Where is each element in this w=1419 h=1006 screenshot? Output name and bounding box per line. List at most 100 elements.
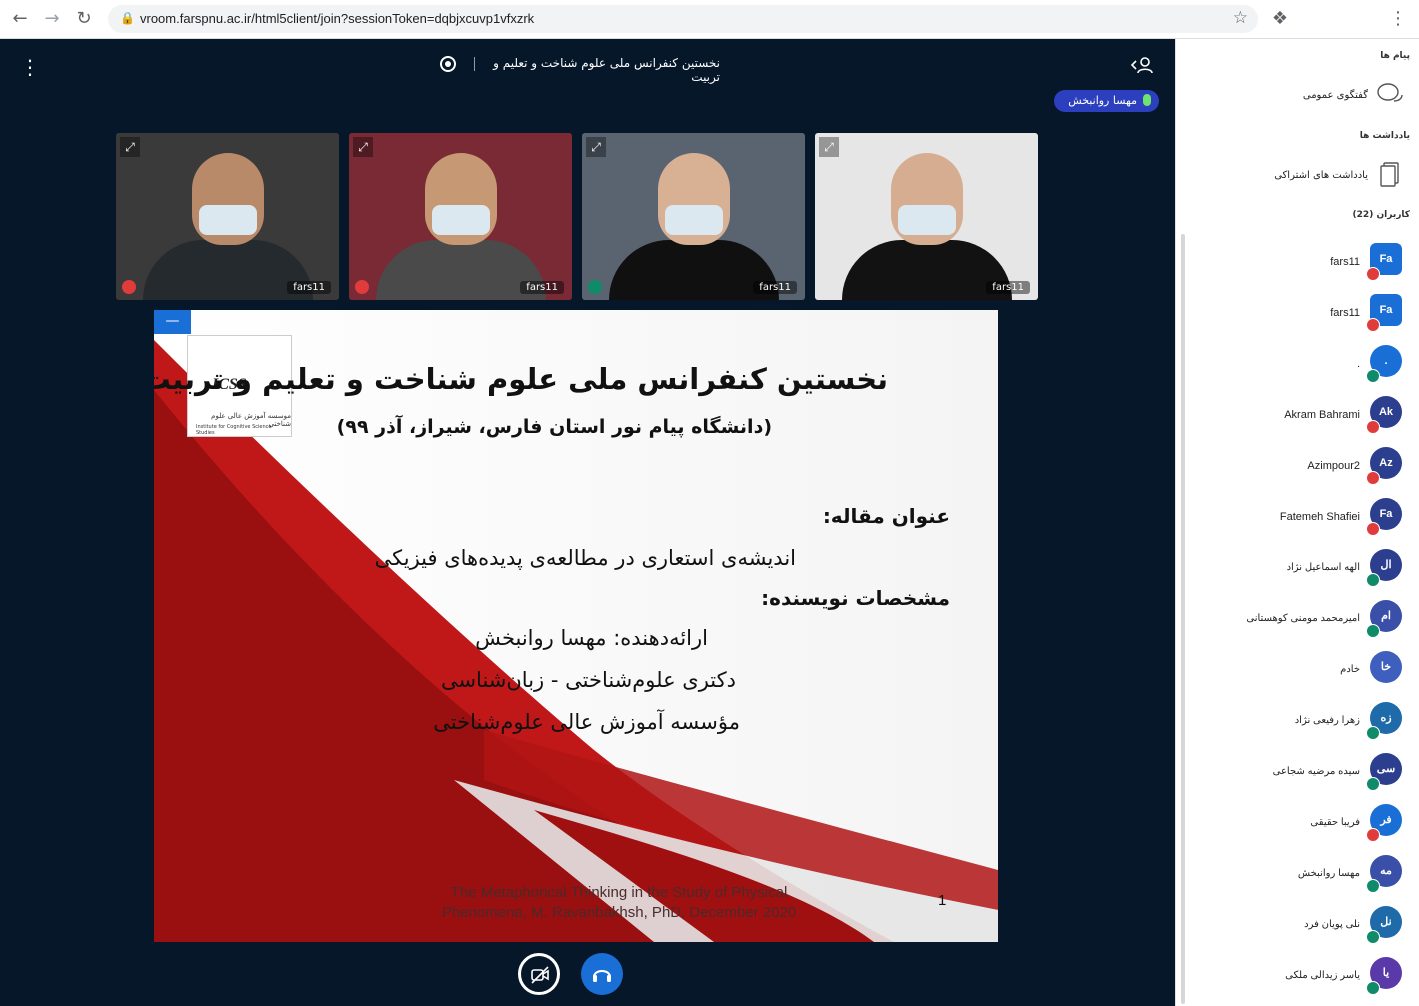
users-toggle-icon[interactable]	[1128, 55, 1154, 77]
meeting-title: نخستین کنفرانس ملی علوم شناخت و تعلیم و …	[493, 56, 720, 84]
mic-muted-icon	[355, 280, 369, 294]
user-name: .	[1356, 358, 1360, 370]
user-name: فریبا حقیقی	[1310, 817, 1360, 828]
user-list-item[interactable]: Fa fars11	[1186, 243, 1416, 289]
lock-icon: 🔒	[120, 11, 135, 25]
user-list-sidebar: پیام ها گفتگوی عمومی یادداشت ها یادداشت …	[1175, 39, 1419, 1006]
user-list-item[interactable]: ..	[1186, 345, 1416, 391]
address-bar[interactable]: 🔒 vroom.farspnu.ac.ir/html5client/join?s…	[108, 5, 1258, 33]
slide-page-number: 1	[938, 892, 947, 909]
headphones-icon	[1366, 777, 1380, 791]
audio-button[interactable]	[581, 953, 623, 995]
user-name: الهه اسماعیل نژاد	[1286, 562, 1360, 573]
bookmark-star-icon[interactable]: ☆	[1233, 8, 1248, 28]
back-arrow-icon[interactable]: ←	[8, 7, 32, 31]
user-list[interactable]: Fa fars11 Fa fars11.. Ak Akram Bahrami Az Azimp…	[1186, 229, 1416, 1006]
fullscreen-icon[interactable]: ⤢	[120, 137, 140, 157]
user-name: امیرمحمد مومنی کوهستانی	[1246, 613, 1360, 624]
institute-line: مؤسسه آموزش عالی علوم‌شناختی	[433, 710, 740, 734]
user-name: نلی پویان فرد	[1304, 919, 1360, 930]
video-user-name[interactable]: fars11	[287, 281, 331, 294]
talking-user-name: مهسا روانبخش	[1068, 94, 1137, 107]
video-user-name[interactable]: fars11	[986, 281, 1030, 294]
user-name: سیده مرضیه شجاعی	[1272, 766, 1360, 777]
face-mask	[198, 205, 257, 235]
user-name: Fatemeh Shafiei	[1279, 511, 1360, 523]
minimize-presentation-button[interactable]: —	[154, 310, 191, 334]
slide-subtitle: (دانشگاه پیام نور استان فارس، شیراز، آذر…	[336, 416, 772, 438]
face-mask	[431, 205, 490, 235]
recording-indicator-icon[interactable]	[440, 56, 456, 72]
mic-muted-icon	[122, 280, 136, 294]
user-name: یاسر زیدالی ملکی	[1285, 970, 1360, 981]
headphones-icon	[1366, 573, 1380, 587]
user-list-item[interactable]: Fa fars11	[1186, 294, 1416, 340]
degree-line: دکتری علوم‌شناختی - زبان‌شناسی	[440, 668, 736, 692]
headphones-icon	[1366, 981, 1380, 995]
mic-muted-icon	[1366, 267, 1380, 281]
camera-off-icon	[531, 966, 549, 984]
headphones-icon	[1366, 369, 1380, 383]
headphones-icon	[588, 280, 602, 294]
talking-indicator[interactable]: مهسا روانبخش	[1054, 90, 1159, 112]
video-user-name[interactable]: fars11	[753, 281, 797, 294]
user-list-item[interactable]: فر فریبا حقیقی	[1186, 804, 1416, 850]
user-avatar: خا	[1370, 651, 1402, 683]
user-name: مهسا روانبخش	[1297, 868, 1360, 879]
user-list-item[interactable]: زه زهرا رفیعی نژاد	[1186, 702, 1416, 748]
video-tile-3[interactable]: ⤢ fars11	[582, 133, 805, 300]
footer-line-1: The Metaphorical Thinking in the Study o…	[450, 884, 788, 901]
mic-muted-icon	[1366, 420, 1380, 434]
user-name: خادم	[1340, 664, 1360, 675]
article-title: اندیشه‌ی استعاری در مطالعه‌ی پدیده‌های ف…	[374, 546, 796, 570]
video-tile-2[interactable]: ⤢ fars11	[349, 133, 572, 300]
mic-muted-icon	[1366, 318, 1380, 332]
user-list-item[interactable]: یا یاسر زیدالی ملکی	[1186, 957, 1416, 1003]
user-list-scrollbar[interactable]	[1181, 234, 1185, 1004]
face-mask	[664, 205, 723, 235]
share-webcam-button[interactable]	[518, 953, 560, 995]
user-name: زهرا رفیعی نژاد	[1294, 715, 1360, 726]
face-mask	[897, 205, 956, 235]
forward-arrow-icon[interactable]: →	[40, 7, 64, 31]
messages-heading: پیام ها	[1380, 51, 1410, 61]
headphones-icon	[1366, 726, 1380, 740]
user-list-item[interactable]: ام امیرمحمد مومنی کوهستانی	[1186, 600, 1416, 646]
presentation-slide[interactable]: ICSS موسسه آموزش عالی علوم شناختی Instit…	[154, 310, 998, 942]
user-name: fars11	[1330, 256, 1360, 268]
mic-muted-icon	[1366, 471, 1380, 485]
mic-muted-icon	[1366, 522, 1380, 536]
presenter-line: ارائه‌دهنده: مهسا روانبخش	[475, 626, 708, 650]
options-menu-icon[interactable]: ⋮	[20, 57, 40, 77]
user-list-item[interactable]: Ak Akram Bahrami	[1186, 396, 1416, 442]
url-text: vroom.farspnu.ac.ir/html5client/join?ses…	[140, 11, 535, 26]
video-tile-4[interactable]: ⤢ fars11	[815, 133, 1038, 300]
fullscreen-icon[interactable]: ⤢	[586, 137, 606, 157]
author-heading: مشخصات نویسنده:	[761, 586, 950, 610]
fullscreen-icon[interactable]: ⤢	[353, 137, 373, 157]
logo-english-text: Institute for Cognitive Science Studies	[196, 424, 272, 436]
user-name: fars11	[1330, 307, 1360, 319]
fullscreen-icon[interactable]: ⤢	[819, 137, 839, 157]
mic-icon	[1143, 94, 1151, 106]
browser-menu-icon[interactable]: ⋮	[1386, 7, 1410, 31]
user-list-item[interactable]: Fa Fatemeh Shafiei	[1186, 498, 1416, 544]
video-tile-1[interactable]: ⤢ fars11	[116, 133, 339, 300]
article-heading: عنوان مقاله:	[822, 504, 950, 528]
user-list-item[interactable]: خا خادم	[1186, 651, 1416, 697]
shared-notes-icon	[1376, 161, 1404, 187]
user-list-item[interactable]: نل نلی پویان فرد	[1186, 906, 1416, 952]
user-list-item[interactable]: Az Azimpour2	[1186, 447, 1416, 493]
footer-line-2: Phenomena, M. Ravanbakhsh, PhD, December…	[441, 904, 797, 921]
extensions-icon[interactable]: ❖	[1268, 7, 1292, 31]
user-list-item[interactable]: ال الهه اسماعیل نژاد	[1186, 549, 1416, 595]
user-name: Azimpour2	[1307, 460, 1360, 472]
video-user-name[interactable]: fars11	[520, 281, 564, 294]
user-list-item[interactable]: سی سیده مرضیه شجاعی	[1186, 753, 1416, 799]
public-chat-item[interactable]: گفتگوی عمومی	[1303, 90, 1368, 101]
shared-notes-item[interactable]: یادداشت های اشتراکی	[1274, 170, 1368, 181]
user-list-item[interactable]: مه مهسا روانبخش	[1186, 855, 1416, 901]
headphones-icon	[593, 970, 611, 982]
reload-icon[interactable]: ↻	[72, 7, 96, 31]
headphones-icon	[1366, 624, 1380, 638]
